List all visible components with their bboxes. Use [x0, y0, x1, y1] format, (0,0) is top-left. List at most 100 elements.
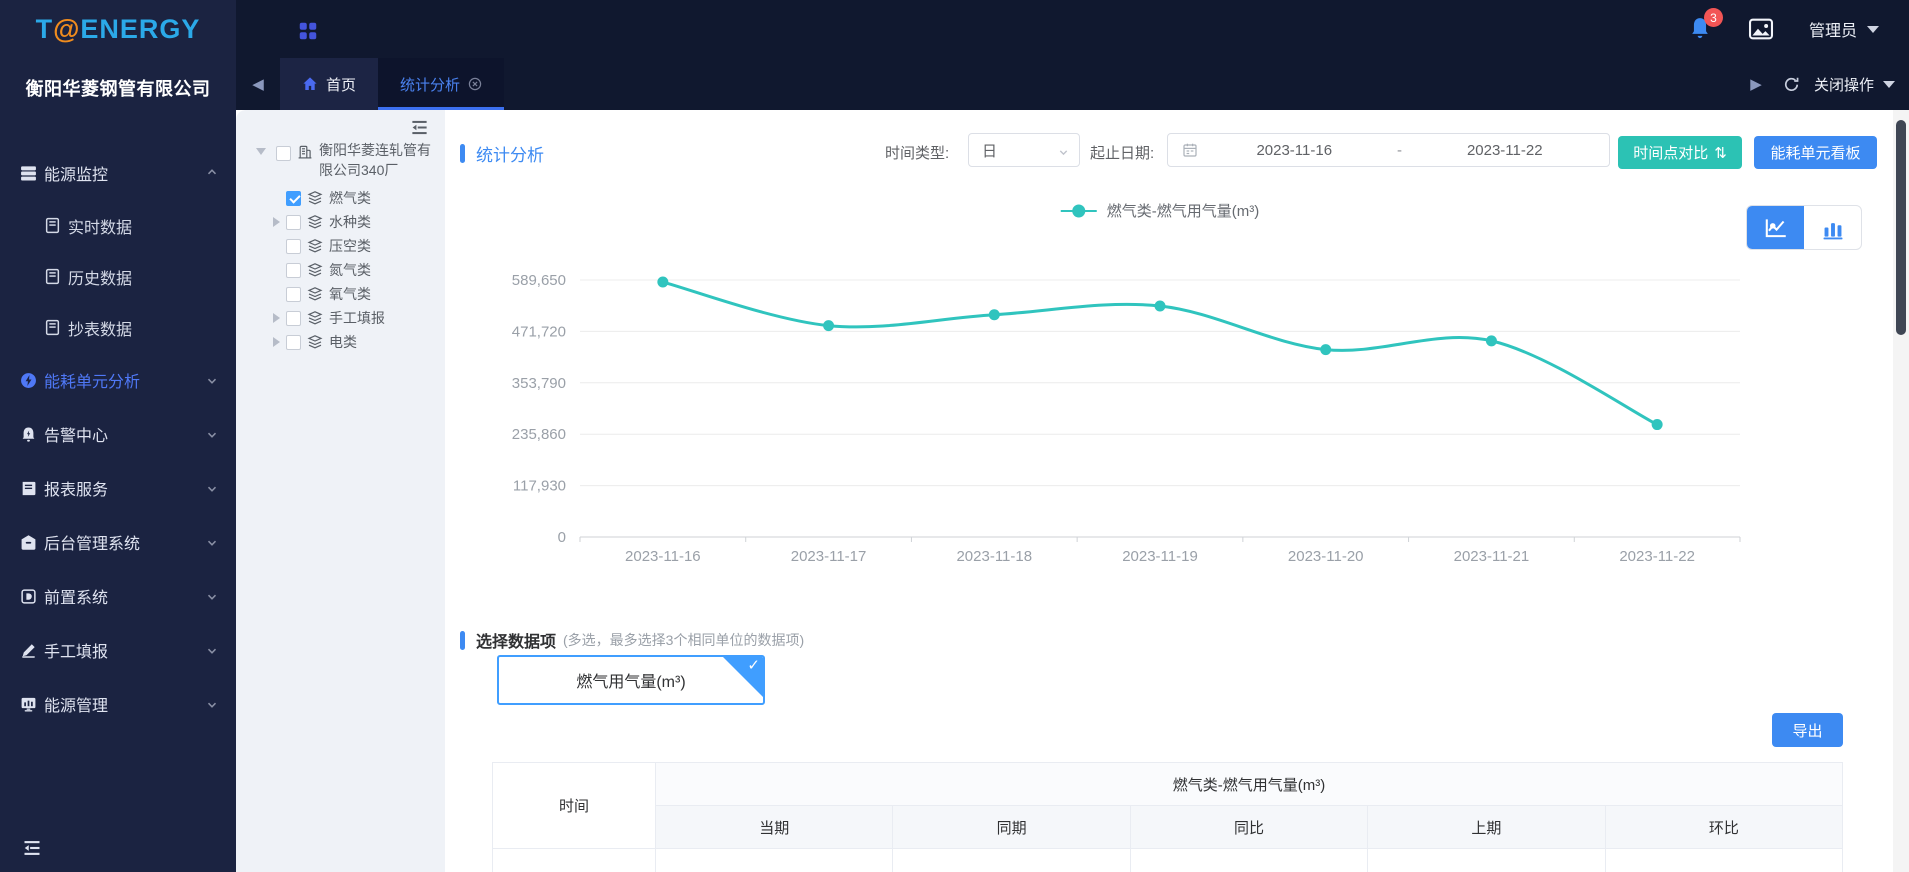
sidebar-item-label: 告警中心 [44, 428, 109, 445]
tab-home[interactable]: 首页 [280, 58, 379, 110]
tab-close-icon[interactable] [468, 77, 482, 91]
tree-expand-icon[interactable] [273, 217, 280, 227]
tree-node-燃气类[interactable]: 燃气类 [236, 186, 445, 210]
tab-statistics-active[interactable]: 统计分析 [378, 58, 505, 110]
table-body-cell [893, 849, 1131, 872]
export-button[interactable]: 导出 [1772, 713, 1843, 747]
user-menu[interactable]: 管理员 [1809, 17, 1879, 41]
title-accent-bar [460, 630, 465, 650]
alarm-bell-icon [20, 426, 37, 443]
sidebar-subitem-label: 历史数据 [68, 270, 133, 288]
book-icon [44, 319, 61, 336]
apps-grid-icon[interactable] [298, 21, 318, 41]
sidebar-item-label: 能源监控 [44, 167, 109, 184]
chevron-down-icon [206, 536, 218, 548]
layers-icon [307, 286, 323, 302]
sidebar-collapse-icon[interactable] [22, 838, 42, 858]
data-table: 时间 燃气类-燃气用气量(m³) 当期 同期 同比 上期 环比 [492, 762, 1843, 872]
tree-node-氮气类[interactable]: 氮气类 [236, 258, 445, 282]
tree-node-水种类[interactable]: 水种类 [236, 210, 445, 234]
refresh-icon[interactable] [1783, 76, 1800, 93]
selector-hint-text: (多选，最多选择3个相同单位的数据项) [563, 632, 805, 648]
energy-unit-board-button[interactable]: 能耗单元看板 [1754, 136, 1877, 169]
tree-node-checkbox[interactable] [286, 334, 301, 350]
data-point-2023-11-18[interactable] [988, 309, 1000, 321]
sidebar-item-手工填报[interactable]: 手工填报 [0, 623, 236, 677]
sidebar-item-前置系统[interactable]: 前置系统 [0, 569, 236, 623]
tree-node-电类[interactable]: 电类 [236, 330, 445, 354]
time-type-select[interactable]: 日 [968, 133, 1080, 167]
tree-collapse-icon[interactable] [410, 118, 429, 137]
front-system-icon [20, 588, 37, 605]
tree-node-checkbox[interactable] [286, 286, 301, 302]
tree-node-label: 氮气类 [329, 262, 371, 278]
data-point-2023-11-17[interactable] [823, 320, 835, 332]
data-point-2023-11-16[interactable] [657, 276, 669, 288]
user-name: 管理员 [1808, 23, 1857, 40]
data-point-2023-11-19[interactable] [1154, 300, 1166, 312]
tree-node-checkbox[interactable] [286, 310, 301, 326]
tree-expand-icon[interactable] [256, 148, 266, 155]
time-compare-label: 时间点对比 [1633, 145, 1709, 162]
tree-node-label: 手工填报 [329, 310, 385, 326]
chart-legend[interactable]: 燃气类-燃气用气量(m³) [1060, 200, 1260, 221]
sidebar-item-label: 后台管理系统 [44, 536, 141, 553]
title-accent-bar [460, 144, 465, 163]
tree-node-压空类[interactable]: 压空类 [236, 234, 445, 258]
sidebar-subitem-实时数据[interactable]: 实时数据 [0, 200, 236, 251]
section-title: 统计分析 [460, 141, 544, 166]
book-icon [44, 268, 61, 285]
table-sub-header-同期: 同期 [893, 806, 1131, 849]
tree-node-手工填报[interactable]: 手工填报 [236, 306, 445, 330]
data-item-option-selected[interactable]: 燃气用气量(m³) ✓ [497, 655, 765, 705]
tree-expand-icon[interactable] [273, 337, 280, 347]
time-compare-button[interactable]: 时间点对比 ⇅ [1618, 136, 1742, 169]
sidebar-item-能源管理[interactable]: 能源管理 [0, 677, 236, 731]
y-axis-tick: 589,650 [512, 272, 566, 289]
tree-node-checkbox[interactable] [286, 238, 301, 254]
x-axis-tick: 2023-11-22 [1619, 548, 1695, 565]
data-point-2023-11-20[interactable] [1320, 344, 1332, 356]
legend-label: 燃气类-燃气用气量(m³) [1106, 203, 1260, 220]
y-axis-tick: 0 [558, 529, 566, 546]
data-point-2023-11-21[interactable] [1485, 335, 1497, 347]
close-operations-dropdown[interactable]: 关闭操作 [1814, 74, 1895, 95]
sidebar-subitem-抄表数据[interactable]: 抄表数据 [0, 302, 236, 353]
x-axis-tick: 2023-11-19 [1122, 548, 1198, 565]
tree-node-checkbox[interactable] [286, 214, 301, 230]
scrollbar-thumb[interactable] [1896, 120, 1906, 335]
sidebar-item-label: 能耗单元分析 [44, 374, 141, 391]
tree-expand-icon[interactable] [273, 313, 280, 323]
chevron-down-icon [206, 698, 218, 710]
notification-bell-icon[interactable]: 3 [1687, 8, 1723, 42]
picture-icon[interactable] [1747, 15, 1775, 43]
chevron-down-icon [1883, 80, 1895, 88]
sidebar-subitem-历史数据[interactable]: 历史数据 [0, 251, 236, 302]
date-end-value[interactable]: 2023-11-22 [1415, 142, 1596, 159]
tree-node-checkbox[interactable] [286, 190, 301, 206]
sidebar-item-能耗单元分析[interactable]: 能耗单元分析 [0, 353, 236, 407]
tabs-scroll-right-icon[interactable]: ▶ [1743, 75, 1769, 93]
table-body-cell [1368, 849, 1606, 872]
y-axis-tick: 471,720 [512, 323, 566, 340]
data-point-2023-11-22[interactable] [1651, 419, 1663, 431]
x-axis-tick: 2023-11-18 [956, 548, 1032, 565]
tree-node-氧气类[interactable]: 氧气类 [236, 282, 445, 306]
tree-root-checkbox[interactable] [276, 146, 291, 161]
tree-root-node[interactable]: 衡阳华菱连轧管有限公司340厂 [236, 140, 445, 184]
logo: T@ENERGY [0, 0, 236, 58]
date-start-value[interactable]: 2023-11-16 [1204, 142, 1385, 159]
sidebar-item-告警中心[interactable]: 告警中心 [0, 407, 236, 461]
vertical-scrollbar[interactable] [1893, 110, 1909, 872]
sidebar-item-能源监控[interactable]: 能源监控 [0, 146, 236, 200]
chevron-down-icon [206, 374, 218, 386]
sidebar-item-后台管理系统[interactable]: 后台管理系统 [0, 515, 236, 569]
sidebar-subitem-label: 抄表数据 [68, 321, 133, 339]
date-range-input[interactable]: 2023-11-16 - 2023-11-22 [1167, 133, 1610, 167]
tree-node-checkbox[interactable] [286, 262, 301, 278]
line-chart: 0 117,930 235,860 353,790 471,720 589,650 2023… [512, 272, 1741, 565]
tabs-scroll-left-icon[interactable]: ◀ [236, 58, 280, 110]
x-axis-tick: 2023-11-17 [791, 548, 867, 565]
sidebar-item-报表服务[interactable]: 报表服务 [0, 461, 236, 515]
table-header-time: 时间 [493, 763, 656, 849]
